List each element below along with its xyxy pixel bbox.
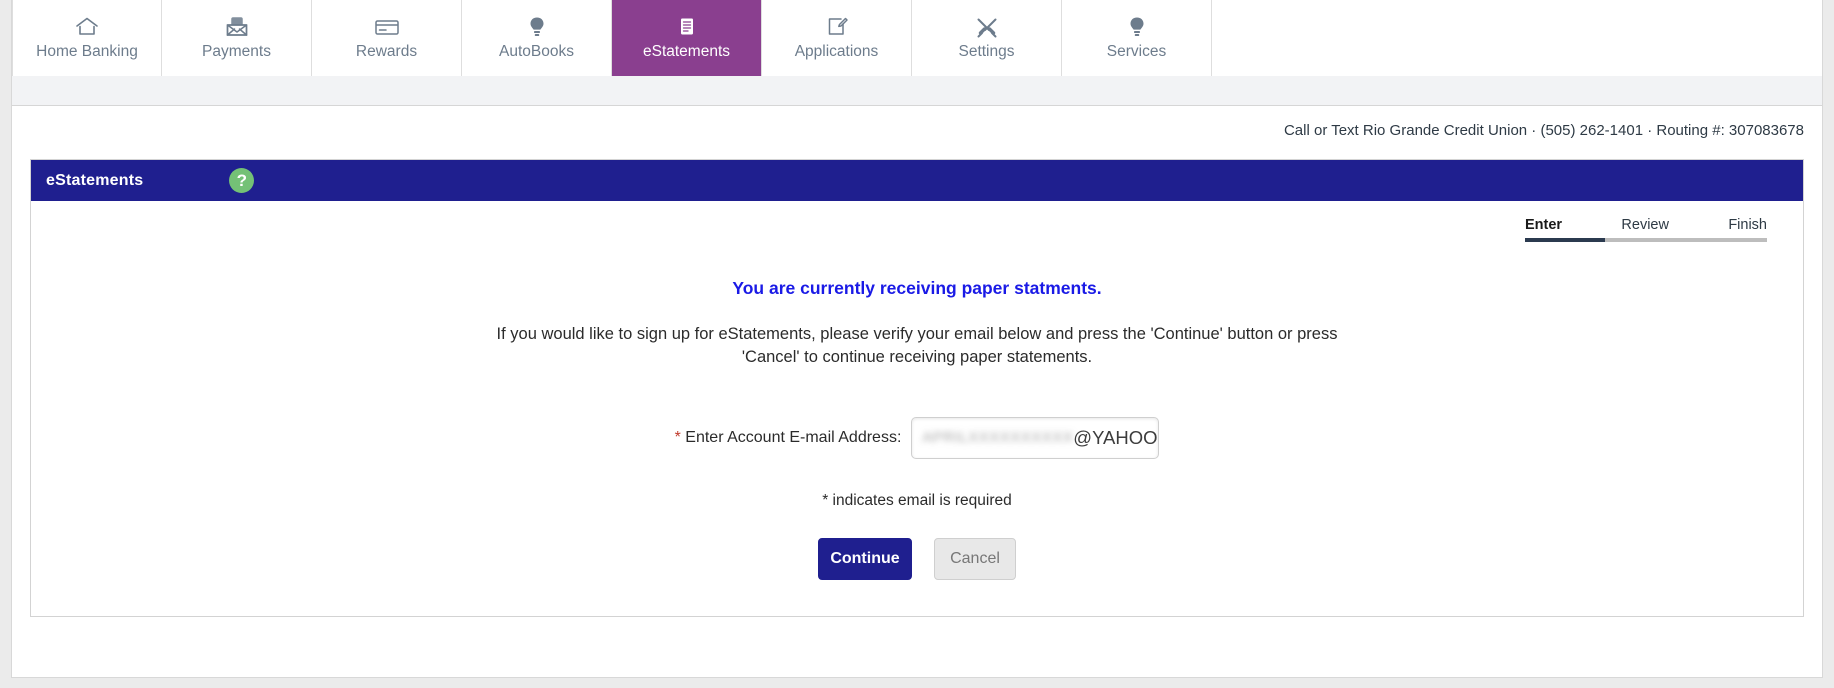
step-indicator: Enter Review Finish — [31, 201, 1803, 242]
estatements-panel: eStatements ? Enter Review Finish You ar… — [30, 159, 1804, 617]
panel-body: Enter Review Finish You are currently re… — [31, 201, 1803, 616]
email-visible-value: @YAHOO.C — [1073, 426, 1158, 448]
email-field-label: * Enter Account E-mail Address: — [675, 429, 902, 447]
status-headline: You are currently receiving paper statme… — [732, 278, 1102, 298]
nav-tab-label: AutoBooks — [499, 42, 574, 60]
step-progress-fill — [1525, 238, 1605, 242]
nav-tab-label: Settings — [958, 42, 1015, 60]
tools-icon — [975, 16, 999, 38]
cancel-button[interactable]: Cancel — [934, 537, 1016, 580]
home-icon — [75, 16, 99, 38]
lightbulb-icon — [527, 16, 547, 38]
nav-tab-label: Services — [1106, 42, 1167, 60]
nav-tab-label: Rewards — [355, 42, 418, 60]
page-canvas: Home Banking Payments Rewards AutoBooks … — [11, 0, 1823, 678]
form-actions: Continue Cancel — [281, 537, 1553, 580]
nav-tab-label: Home Banking — [36, 42, 138, 60]
nav-tab-autobooks[interactable]: AutoBooks — [462, 0, 612, 76]
nav-tab-rewards[interactable]: Rewards — [312, 0, 462, 76]
form-edit-icon — [825, 16, 849, 38]
nav-tab-estatements[interactable]: eStatements — [612, 0, 762, 76]
contact-info-text: Call or Text Rio Grande Credit Union · (… — [1283, 121, 1804, 139]
help-icon[interactable]: ? — [229, 168, 255, 193]
continue-button[interactable]: Continue — [818, 537, 912, 580]
step-finish[interactable]: Finish — [1728, 217, 1767, 233]
nav-empty-space — [1212, 0, 1822, 76]
required-note: * indicates email is required — [822, 491, 1012, 509]
nav-tab-label: Applications — [794, 42, 879, 60]
nav-tab-settings[interactable]: Settings — [912, 0, 1062, 76]
nav-tab-home-banking[interactable]: Home Banking — [12, 0, 162, 76]
email-field-row: * Enter Account E-mail Address: APRILXXX… — [281, 416, 1553, 459]
nav-tab-label: eStatements — [642, 42, 731, 60]
instructions-text: If you would like to sign up for eStatem… — [496, 325, 1338, 367]
form-content: You are currently receiving paper statme… — [31, 278, 1803, 580]
lightbulb-icon — [1127, 16, 1147, 38]
step-review[interactable]: Review — [1621, 217, 1669, 233]
email-field-label-text: Enter Account E-mail Address: — [680, 428, 902, 446]
contact-bar: Call or Text Rio Grande Credit Union · (… — [12, 106, 1822, 154]
panel-title: eStatements — [46, 171, 144, 189]
nav-tab-applications[interactable]: Applications — [762, 0, 912, 76]
step-progress-track — [1525, 238, 1767, 242]
email-redacted-value: APRILXXXXXXXXXX — [922, 429, 1074, 447]
envelope-money-icon — [225, 16, 249, 38]
nav-tab-payments[interactable]: Payments — [162, 0, 312, 76]
nav-tab-services[interactable]: Services — [1062, 0, 1212, 76]
step-labels: Enter Review Finish — [1525, 217, 1767, 233]
main-navigation: Home Banking Payments Rewards AutoBooks … — [12, 0, 1822, 76]
subnav-strip — [12, 76, 1822, 106]
panel-header: eStatements ? — [31, 160, 1803, 201]
credit-card-icon — [374, 16, 400, 38]
email-input[interactable]: APRILXXXXXXXXXX@YAHOO.C — [911, 416, 1160, 459]
document-lines-icon — [677, 16, 697, 38]
step-enter[interactable]: Enter — [1525, 217, 1562, 233]
nav-tab-label: Payments — [202, 42, 271, 60]
